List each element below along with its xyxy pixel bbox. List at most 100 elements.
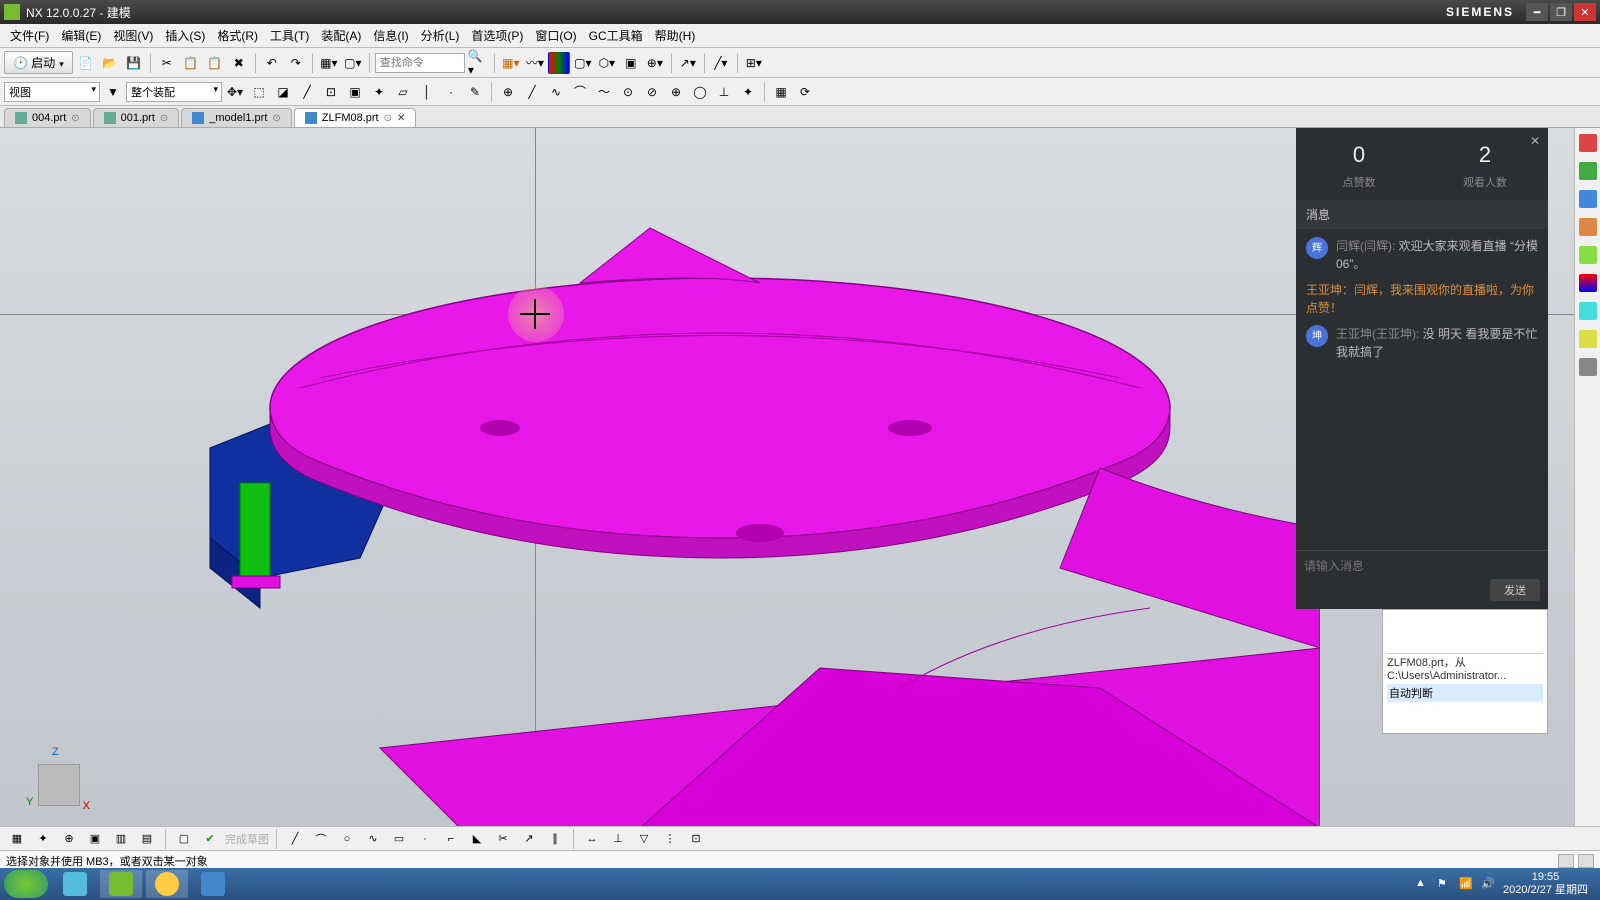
pin-icon[interactable]: ⊙ — [160, 113, 168, 124]
rail-icon-2[interactable] — [1579, 162, 1597, 180]
tab-zlfm08[interactable]: ZLFM08.prt⊙✕ — [294, 108, 417, 127]
offset-tool-icon[interactable]: ∥ — [544, 828, 566, 850]
line-icon[interactable]: ╱▾ — [710, 52, 732, 74]
tray-icon[interactable]: ▲ — [1415, 877, 1429, 891]
sketch-icon-3[interactable]: ⊕ — [58, 828, 80, 850]
start-button[interactable] — [4, 870, 48, 898]
rect-icon[interactable]: ▢▾ — [572, 52, 594, 74]
pin-icon[interactable]: ⊙ — [272, 113, 280, 124]
rail-icon-3[interactable] — [1579, 190, 1597, 208]
close-tab-icon[interactable]: ✕ — [397, 113, 405, 124]
snap-point-icon[interactable]: ⊙ — [617, 81, 639, 103]
arc-tool-icon[interactable]: ⌒ — [310, 828, 332, 850]
rail-icon-4[interactable] — [1579, 218, 1597, 236]
sphere-icon[interactable]: ⊕▾ — [644, 52, 666, 74]
new-file-icon[interactable]: 📄 — [75, 52, 97, 74]
sketch-profile-icon[interactable]: ▢ — [173, 828, 195, 850]
redo-icon[interactable]: ↷ — [285, 52, 307, 74]
curve-icon[interactable]: 〰▾ — [524, 52, 546, 74]
send-button[interactable]: 发送 — [1490, 579, 1540, 601]
snap-center-icon[interactable]: ⊕ — [665, 81, 687, 103]
pattern-icon[interactable]: ⋮ — [659, 828, 681, 850]
chat-input[interactable] — [1304, 559, 1540, 573]
sketch-icon-6[interactable]: ▤ — [136, 828, 158, 850]
filter-icon[interactable]: ▼ — [102, 81, 124, 103]
taskbar-app-4[interactable] — [192, 870, 234, 898]
measure-icon[interactable]: ▦ — [770, 81, 792, 103]
extend-tool-icon[interactable]: ↗ — [518, 828, 540, 850]
line-tool-icon[interactable]: ╱ — [284, 828, 306, 850]
mirror-icon[interactable]: ▽ — [633, 828, 655, 850]
tray-network-icon[interactable]: 📶 — [1459, 877, 1473, 891]
undo-icon[interactable]: ↶ — [261, 52, 283, 74]
rail-icon-9[interactable] — [1579, 358, 1597, 376]
dim-icon[interactable]: ⊞▾ — [743, 52, 765, 74]
rail-icon-7[interactable] — [1579, 302, 1597, 320]
cut-icon[interactable]: ✂ — [156, 52, 178, 74]
rail-icon-8[interactable] — [1579, 330, 1597, 348]
snap-spline-icon[interactable]: 〜 — [593, 81, 615, 103]
sketch-icon-2[interactable]: ✦ — [32, 828, 54, 850]
spline-tool-icon[interactable]: ∿ — [362, 828, 384, 850]
point-icon[interactable]: · — [440, 81, 462, 103]
cube-icon[interactable]: ▣ — [620, 52, 642, 74]
snap-quad-icon[interactable]: ✦ — [737, 81, 759, 103]
menu-file[interactable]: 文件(F) — [4, 25, 55, 46]
start-button[interactable]: 🕑 启动 — [4, 51, 73, 74]
menu-info[interactable]: 信息(I) — [367, 25, 414, 46]
menu-analysis[interactable]: 分析(L) — [415, 25, 466, 46]
plane-icon[interactable]: ▱ — [392, 81, 414, 103]
circle-tool-icon[interactable]: ○ — [336, 828, 358, 850]
menu-window[interactable]: 窗口(O) — [529, 25, 582, 46]
pan-icon[interactable]: ✥▾ — [224, 81, 246, 103]
menu-gc-toolbox[interactable]: GC工具箱 — [583, 25, 649, 46]
rail-icon-5[interactable] — [1579, 246, 1597, 264]
sketch-icon-4[interactable]: ▣ — [84, 828, 106, 850]
color-icon[interactable]: ■▾ — [548, 52, 570, 74]
menu-format[interactable]: 格式(R) — [211, 25, 264, 46]
face-icon[interactable]: ◪ — [272, 81, 294, 103]
body-icon[interactable]: ▣ — [344, 81, 366, 103]
sketch-icon[interactable]: ✎ — [464, 81, 486, 103]
rail-icon-6[interactable] — [1579, 274, 1597, 292]
pin-icon[interactable]: ⊙ — [71, 113, 79, 124]
search-icon[interactable]: 🔍▾ — [467, 52, 489, 74]
snap-bezier-icon[interactable]: ∿ — [545, 81, 567, 103]
assembly-dropdown[interactable]: 整个装配 — [126, 82, 222, 102]
csys-icon[interactable]: ✦ — [368, 81, 390, 103]
sketch-check-icon[interactable]: ✔ — [199, 828, 221, 850]
snap-perp-icon[interactable]: ⊥ — [713, 81, 735, 103]
constraint-icon[interactable]: ⊥ — [607, 828, 629, 850]
menu-help[interactable]: 帮助(H) — [649, 25, 702, 46]
chamfer-tool-icon[interactable]: ◣ — [466, 828, 488, 850]
refresh-icon[interactable]: ⟳ — [794, 81, 816, 103]
menu-view[interactable]: 视图(V) — [107, 25, 159, 46]
pin-icon[interactable]: ⊙ — [384, 113, 392, 124]
edge-icon[interactable]: ╱ — [296, 81, 318, 103]
axis-icon[interactable]: │ — [416, 81, 438, 103]
open-file-icon[interactable]: 📂 — [99, 52, 121, 74]
snap-line-icon[interactable]: ╱ — [521, 81, 543, 103]
command-search-input[interactable] — [375, 53, 465, 73]
taskbar-app-1[interactable] — [54, 870, 96, 898]
dim-tool-icon[interactable]: ↔ — [581, 828, 603, 850]
fillet-tool-icon[interactable]: ⌐ — [440, 828, 462, 850]
view-dropdown[interactable]: 视图 — [4, 82, 100, 102]
snap-arc-icon[interactable]: ⌒ — [569, 81, 591, 103]
arrow-icon[interactable]: ↗▾ — [677, 52, 699, 74]
taskbar-app-3[interactable] — [146, 870, 188, 898]
select-icon[interactable]: ⬚ — [248, 81, 270, 103]
box-icon[interactable]: ▢▾ — [342, 52, 364, 74]
info-selection[interactable]: 自动判断 — [1387, 684, 1543, 702]
tray-sound-icon[interactable]: 🔊 — [1481, 877, 1495, 891]
tab-001[interactable]: 001.prt⊙ — [93, 108, 180, 127]
sketch-icon-5[interactable]: ▥ — [110, 828, 132, 850]
more-filter-icon[interactable]: ⊕ — [497, 81, 519, 103]
rect-tool-icon[interactable]: ▭ — [388, 828, 410, 850]
tray-flag-icon[interactable]: ⚑ — [1437, 877, 1451, 891]
taskbar-app-nx[interactable] — [100, 870, 142, 898]
delete-icon[interactable]: ✖ — [228, 52, 250, 74]
menu-edit[interactable]: 编辑(E) — [55, 25, 107, 46]
paste-icon[interactable]: 📋 — [204, 52, 226, 74]
menu-preferences[interactable]: 首选项(P) — [465, 25, 529, 46]
